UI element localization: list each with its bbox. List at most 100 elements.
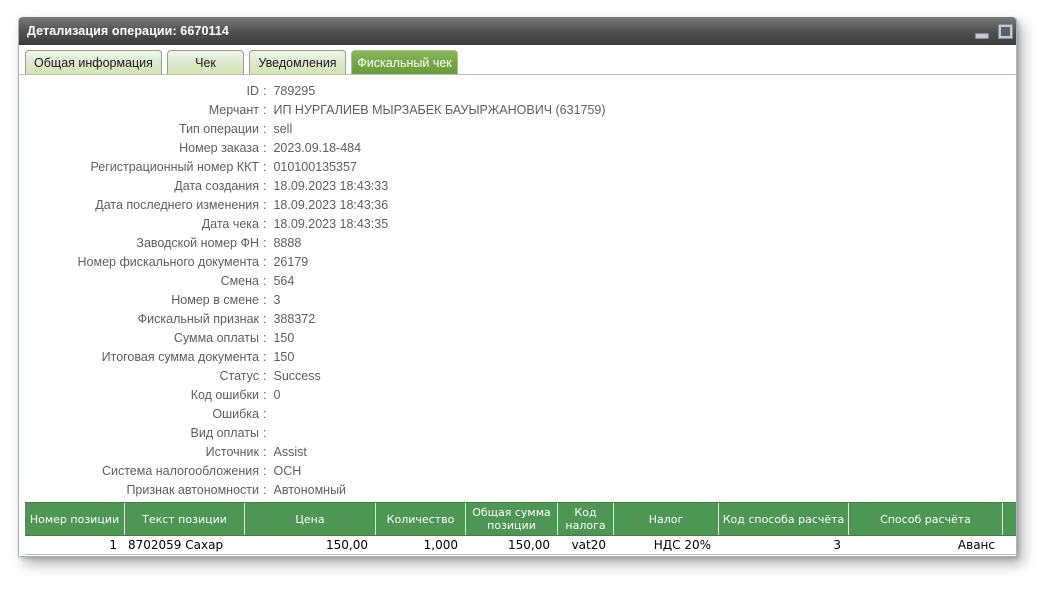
column-header-tax: Налог — [614, 503, 719, 535]
column-header-quantity: Количество — [376, 503, 466, 535]
tab-fiscal-receipt[interactable]: Фискальный чек — [351, 50, 458, 74]
detail-value: 18.09.2023 18:43:33 — [273, 177, 388, 196]
detail-label: Номер фискального документа — [19, 253, 259, 272]
detail-value: 010100135357 — [273, 158, 356, 177]
cell-price: 150,00 — [245, 538, 376, 552]
cell-position-number: 1 — [25, 538, 125, 552]
detail-colon: : — [263, 272, 266, 291]
column-header-price: Цена — [245, 503, 376, 535]
detail-label: Мерчант — [19, 101, 259, 120]
detail-colon: : — [263, 196, 266, 215]
positions-table: Номер позиции Текст позиции Цена Количес… — [25, 502, 1016, 555]
detail-colon: : — [263, 291, 266, 310]
detail-colon: : — [263, 348, 266, 367]
window-title: Детализация операции: 6670114 — [27, 24, 229, 38]
detail-label: Дата последнего изменения — [19, 196, 259, 215]
tab-content-fiscal-receipt: ID:789295 Мерчант:ИП НУРГАЛИЕВ МЫРЗАБЕК … — [19, 75, 1016, 556]
detail-row-modified-date: Дата последнего изменения:18.09.2023 18:… — [19, 196, 1016, 215]
detail-colon: : — [263, 481, 266, 500]
detail-value: ОСН — [273, 462, 301, 481]
detail-row-source: Источник:Assist — [19, 443, 1016, 462]
detail-label: Итоговая сумма документа — [19, 348, 259, 367]
detail-label: Заводской номер ФН — [19, 234, 259, 253]
detail-label: Ошибка — [19, 405, 259, 424]
detail-label: Регистрационный номер ККТ — [19, 158, 259, 177]
detail-value: 18.09.2023 18:43:35 — [273, 215, 388, 234]
detail-value: 150 — [273, 348, 294, 367]
detail-row-number-in-shift: Номер в смене:3 — [19, 291, 1016, 310]
detail-label: Номер заказа — [19, 139, 259, 158]
detail-value: 789295 — [273, 82, 315, 101]
detail-colon: : — [263, 329, 266, 348]
detail-colon: : — [263, 462, 266, 481]
tab-receipt[interactable]: Чек — [167, 50, 244, 74]
operation-details-window: Детализация операции: 6670114 Общая инфо… — [18, 17, 1017, 557]
maximize-icon[interactable] — [999, 25, 1012, 38]
detail-row-shift: Смена:564 — [19, 272, 1016, 291]
detail-value: Assist — [273, 443, 306, 462]
detail-value: 2023.09.18-484 — [273, 139, 361, 158]
detail-row-receipt-date: Дата чека:18.09.2023 18:43:35 — [19, 215, 1016, 234]
detail-value: Автономный — [273, 481, 346, 500]
detail-label: Тип операции — [19, 120, 259, 139]
detail-label: Вид оплаты — [19, 424, 259, 443]
detail-value: 18.09.2023 18:43:36 — [273, 196, 388, 215]
minimize-icon[interactable] — [975, 33, 989, 39]
detail-label: Система налогообложения — [19, 462, 259, 481]
detail-row-operation-type: Тип операции:sell — [19, 120, 1016, 139]
detail-row-fiscal-sign: Фискальный признак:388372 — [19, 310, 1016, 329]
detail-label: Дата чека — [19, 215, 259, 234]
detail-colon: : — [263, 234, 266, 253]
column-header-tax-code: Код налога — [558, 503, 614, 535]
detail-value: 8888 — [273, 234, 301, 253]
detail-colon: : — [263, 443, 266, 462]
column-header-position-number: Номер позиции — [25, 503, 125, 535]
detail-row-merchant: Мерчант:ИП НУРГАЛИЕВ МЫРЗАБЕК БАУЫРЖАНОВ… — [19, 101, 1016, 120]
detail-row-created-date: Дата создания:18.09.2023 18:43:33 — [19, 177, 1016, 196]
detail-value: Success — [273, 367, 320, 386]
detail-colon: : — [263, 215, 266, 234]
detail-colon: : — [263, 310, 266, 329]
detail-value: ИП НУРГАЛИЕВ МЫРЗАБЕК БАУЫРЖАНОВИЧ (6317… — [273, 101, 605, 120]
column-header-payment-method-code: Код способа расчёта — [719, 503, 849, 535]
detail-row-id: ID:789295 — [19, 82, 1016, 101]
detail-label: Смена — [19, 272, 259, 291]
tab-bar: Общая информация Чек Уведомления Фискаль… — [19, 45, 1016, 75]
detail-row-autonomy-flag: Признак автономности: Автономный — [19, 481, 1016, 500]
cell-quantity: 1,000 — [376, 538, 466, 552]
detail-label: Признак автономности — [19, 481, 259, 500]
detail-label: Статус — [19, 367, 259, 386]
column-header-position-total: Общая сумма позиции — [466, 503, 558, 535]
detail-colon: : — [263, 386, 266, 405]
detail-colon: : — [263, 139, 266, 158]
detail-value: 0 — [273, 386, 280, 405]
tab-general-info[interactable]: Общая информация — [25, 50, 162, 74]
detail-value: 564 — [273, 272, 294, 291]
detail-row-tax-system: Система налогообложения: ОСН — [19, 462, 1016, 481]
window-titlebar[interactable]: Детализация операции: 6670114 — [19, 17, 1016, 45]
detail-label: Код ошибки — [19, 386, 259, 405]
detail-colon: : — [263, 424, 266, 443]
detail-colon: : — [263, 405, 266, 424]
detail-colon: : — [263, 82, 266, 101]
column-header-payment-method: Способ расчёта — [849, 503, 1003, 535]
detail-row-document-total: Итоговая сумма документа:150 — [19, 348, 1016, 367]
cell-payment-method: Аванс — [849, 538, 1003, 552]
detail-label: Сумма оплаты — [19, 329, 259, 348]
detail-value: 388372 — [273, 310, 315, 329]
detail-row-error: Ошибка: — [19, 405, 1016, 424]
cell-tax: НДС 20% — [614, 538, 719, 552]
detail-row-fn-serial: Заводской номер ФН:8888 — [19, 234, 1016, 253]
cell-position-text: 8702059 Сахар — [125, 538, 245, 552]
detail-row-error-code: Код ошибки:0 — [19, 386, 1016, 405]
detail-row-kkt-reg-number: Регистрационный номер ККТ:010100135357 — [19, 158, 1016, 177]
column-header-position-text: Текст позиции — [125, 503, 245, 535]
detail-label: Дата создания — [19, 177, 259, 196]
detail-colon: : — [263, 253, 266, 272]
cell-position-total: 150,00 — [466, 538, 558, 552]
desktop-background: Детализация операции: 6670114 Общая инфо… — [0, 0, 1061, 604]
detail-row-order-number: Номер заказа:2023.09.18-484 — [19, 139, 1016, 158]
cell-payment-method-code: 3 — [719, 538, 849, 552]
tab-notifications[interactable]: Уведомления — [249, 50, 346, 74]
table-row: 1 8702059 Сахар 150,00 1,000 150,00 vat2… — [25, 536, 1016, 555]
